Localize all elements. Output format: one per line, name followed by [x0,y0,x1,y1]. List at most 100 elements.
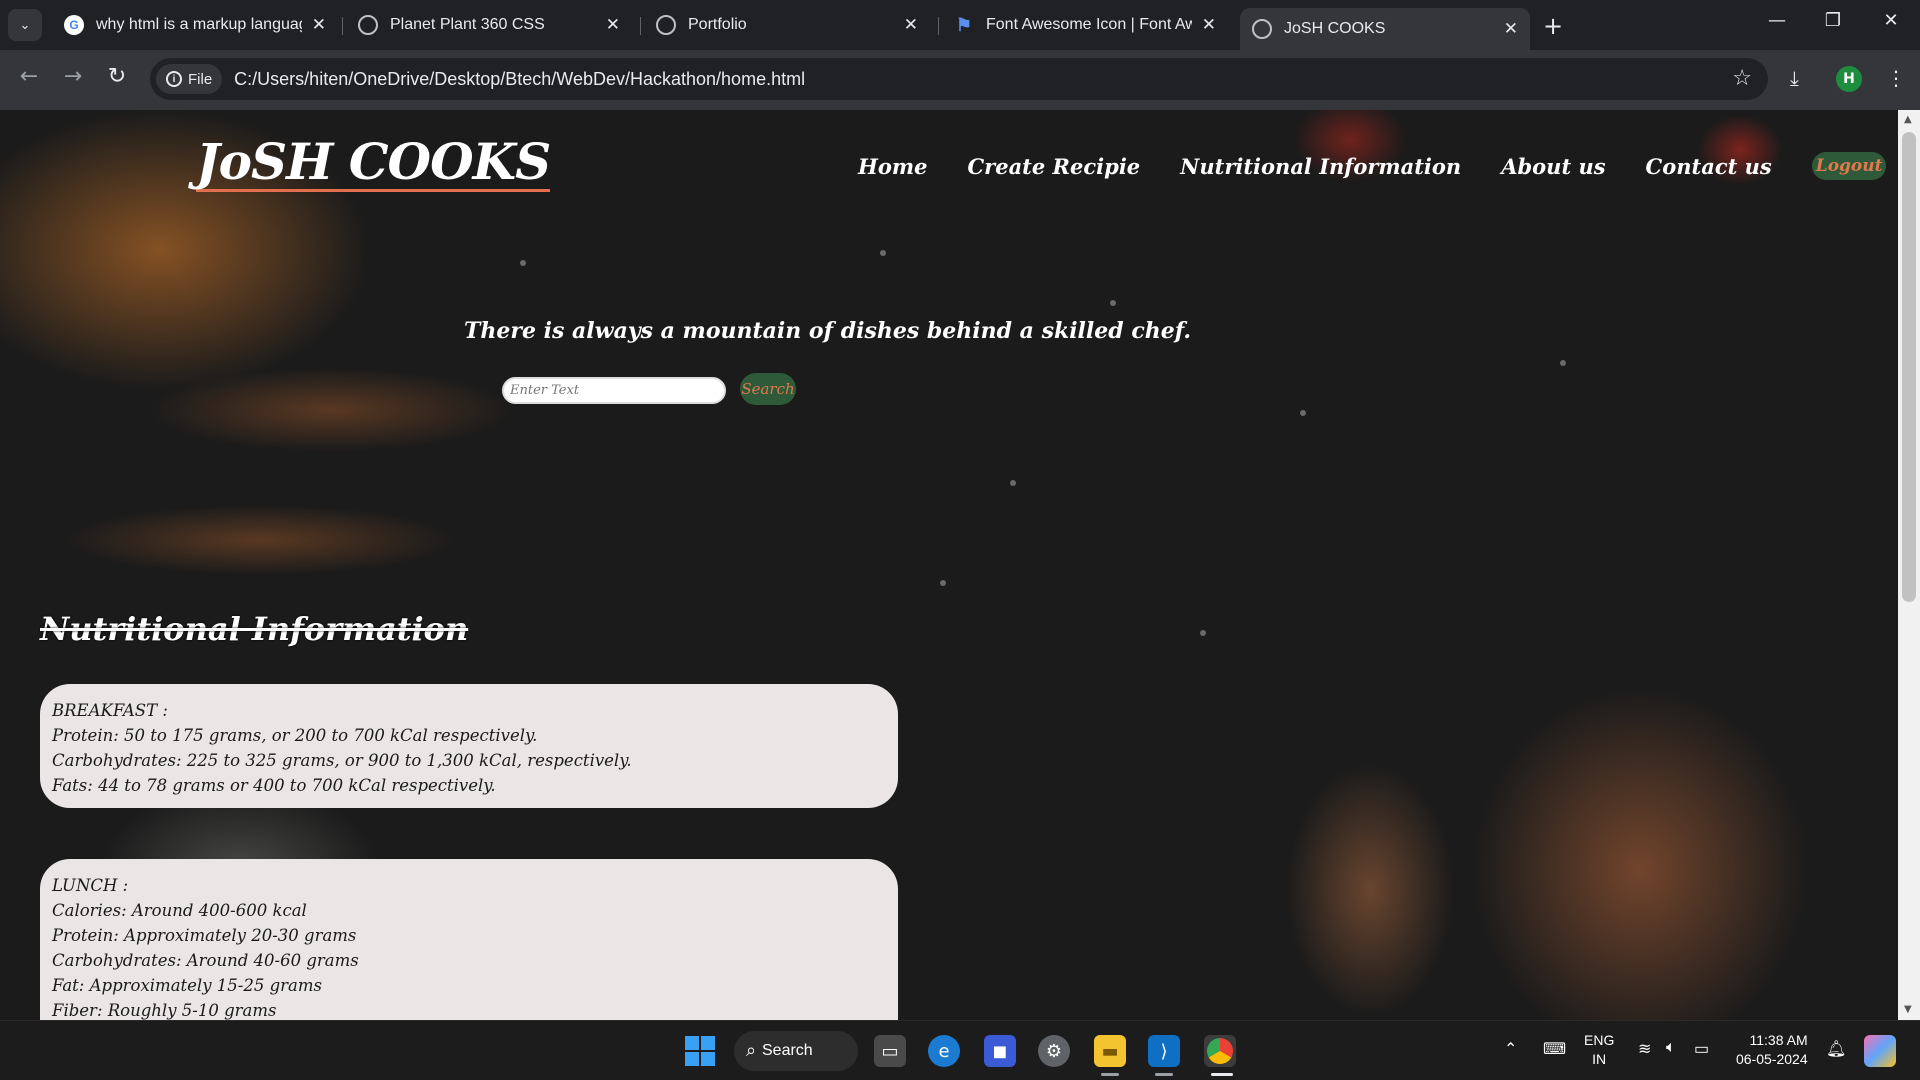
globe-icon [656,15,676,35]
nav-create-recipe[interactable]: Create Recipie [967,154,1140,179]
tab-5-active[interactable]: JoSH COOKS ✕ [1240,8,1530,50]
system-clock[interactable]: 11:38 AM 06-05-2024 [1736,1031,1808,1069]
address-bar[interactable]: i File C:/Users/hiten/OneDrive/Desktop/B… [150,58,1768,100]
close-icon[interactable]: ✕ [1202,15,1216,35]
language-code: ENG [1584,1032,1615,1048]
taskbar-search[interactable]: ⌕ Search [734,1031,858,1071]
flag-icon: ⚑ [955,14,973,35]
edge-browser-icon[interactable]: e [928,1035,960,1067]
url-text[interactable]: C:/Users/hiten/OneDrive/Desktop/Btech/We… [234,69,805,90]
chrome-icon[interactable] [1204,1035,1236,1067]
browser-toolbar: ← → ↻ i File C:/Users/hiten/OneDrive/Des… [0,50,1920,110]
nav-about-us[interactable]: About us [1501,154,1605,179]
page-scrollbar[interactable]: ▲ ▼ [1898,110,1920,1020]
running-indicator [1101,1073,1119,1076]
globe-icon [1252,19,1272,39]
clock-time: 11:38 AM [1749,1032,1808,1048]
site-logo[interactable]: JoSH COOKS [196,135,551,192]
chrome-logo-icon [1207,1038,1233,1064]
close-icon[interactable]: ✕ [1504,19,1518,39]
close-icon[interactable]: ✕ [606,15,620,35]
tab-3[interactable]: Portfolio ✕ [644,8,930,42]
tab-2[interactable]: Planet Plant 360 CSS ✕ [346,8,632,42]
language-indicator[interactable]: ENG IN [1584,1031,1614,1069]
tab-title: Planet Plant 360 CSS [390,16,545,33]
background-speck [1300,410,1306,416]
file-explorer-icon[interactable]: ▬ [1094,1035,1126,1067]
tab-title: Font Awesome Icon | Font Awesome [986,16,1192,33]
nav-nutritional-information[interactable]: Nutritional Information [1180,154,1461,179]
tab-search-button[interactable]: ⌄ [8,9,42,41]
menu-kebab-icon[interactable]: ⋮ [1886,66,1906,90]
tab-title: why html is a markup language [96,16,302,33]
settings-gear-icon[interactable]: ⚙ [1038,1035,1070,1067]
windows-start-icon[interactable] [684,1035,716,1067]
bookmark-star-icon[interactable]: ☆ [1732,66,1752,91]
clock-date: 06-05-2024 [1736,1051,1808,1067]
background-speck [1560,360,1566,366]
card-line: Fats: 44 to 78 grams or 400 to 700 kCal … [52,776,496,795]
close-icon[interactable]: ✕ [312,15,326,35]
windows-taskbar: ⌕ Search ▭ e ◼ ⚙ ▬ ⟩ ⌃ ⌨ ENG IN ≋ 🔈︎ ▭ 1… [0,1020,1920,1080]
profile-avatar[interactable]: H [1836,66,1862,92]
card-line: Fat: Approximately 15-25 grams [52,976,322,995]
restore-icon[interactable]: ❐ [1813,10,1853,31]
site-info-label: File [188,70,213,88]
copilot-icon[interactable] [1864,1035,1896,1067]
scroll-up-arrow-icon[interactable]: ▲ [1904,114,1912,125]
search-button[interactable]: Search [740,373,796,405]
tab-title: JoSH COOKS [1284,20,1386,37]
volume-icon[interactable]: 🔈︎ [1666,1039,1676,1057]
battery-icon[interactable]: ▭ [1694,1039,1709,1059]
keyboard-icon[interactable]: ⌨ [1543,1039,1566,1059]
nutrition-card-breakfast: BREAKFAST : Protein: 50 to 175 grams, or… [40,684,898,808]
page-viewport: JoSH COOKS Home Create Recipie Nutrition… [0,110,1898,1020]
card-line: Protein: Approximately 20-30 grams [52,926,357,945]
region-code: IN [1592,1051,1607,1067]
meet-app-icon[interactable]: ◼ [984,1035,1016,1067]
chevron-down-icon: ⌄ [19,17,31,33]
hero-tagline: There is always a mountain of dishes beh… [464,318,1192,344]
new-tab-button[interactable]: + [1543,12,1563,40]
back-arrow-icon[interactable]: ← [14,64,44,89]
background-speck [1010,480,1016,486]
info-icon: i [166,71,182,87]
download-icon[interactable]: ⤓ [1790,66,1799,90]
forward-arrow-icon[interactable]: → [58,64,88,89]
card-line: Carbohydrates: 225 to 325 grams, or 900 … [52,751,632,770]
card-line: Carbohydrates: Around 40-60 grams [52,951,359,970]
active-app-indicator [1211,1073,1233,1076]
window-close-icon[interactable]: ✕ [1871,10,1911,31]
running-indicator [1155,1073,1173,1076]
main-nav: Home Create Recipie Nutritional Informat… [858,152,1887,180]
scrollbar-thumb[interactable] [1902,132,1916,602]
reload-icon[interactable]: ↻ [102,64,132,89]
background-speck [1110,300,1116,306]
tab-1[interactable]: G why html is a markup language ✕ [52,8,338,42]
google-icon: G [64,15,84,35]
card-line: Fiber: Roughly 5-10 grams [52,1001,277,1020]
site-info-chip[interactable]: i File [156,64,223,94]
notification-bell-icon[interactable]: 🔔︎ [1826,1039,1846,1059]
tab-separator [342,17,343,35]
card-heading: BREAKFAST : [52,701,168,720]
nav-contact-us[interactable]: Contact us [1646,154,1772,179]
logout-button[interactable]: Logout [1811,152,1887,180]
scroll-down-arrow-icon[interactable]: ▼ [1904,1004,1912,1015]
section-title-nutritional-information: Nutritional Information [40,610,469,648]
search-input[interactable] [502,377,726,404]
background-speck [1200,630,1206,636]
taskbar-search-label: Search [762,1042,813,1059]
vscode-icon[interactable]: ⟩ [1148,1035,1180,1067]
nav-home[interactable]: Home [858,154,927,179]
background-speck [940,580,946,586]
minimize-icon[interactable]: — [1757,10,1797,31]
close-icon[interactable]: ✕ [904,15,918,35]
card-line: Calories: Around 400-600 kcal [52,901,307,920]
show-hidden-icons-chevron-icon[interactable]: ⌃ [1504,1039,1517,1059]
card-line: Protein: 50 to 175 grams, or 200 to 700 … [52,726,538,745]
task-view-icon[interactable]: ▭ [874,1035,906,1067]
windows-logo-icon [685,1036,715,1066]
tab-4[interactable]: ⚑ Font Awesome Icon | Font Awesome ✕ [942,8,1228,42]
wifi-icon[interactable]: ≋ [1638,1039,1651,1059]
